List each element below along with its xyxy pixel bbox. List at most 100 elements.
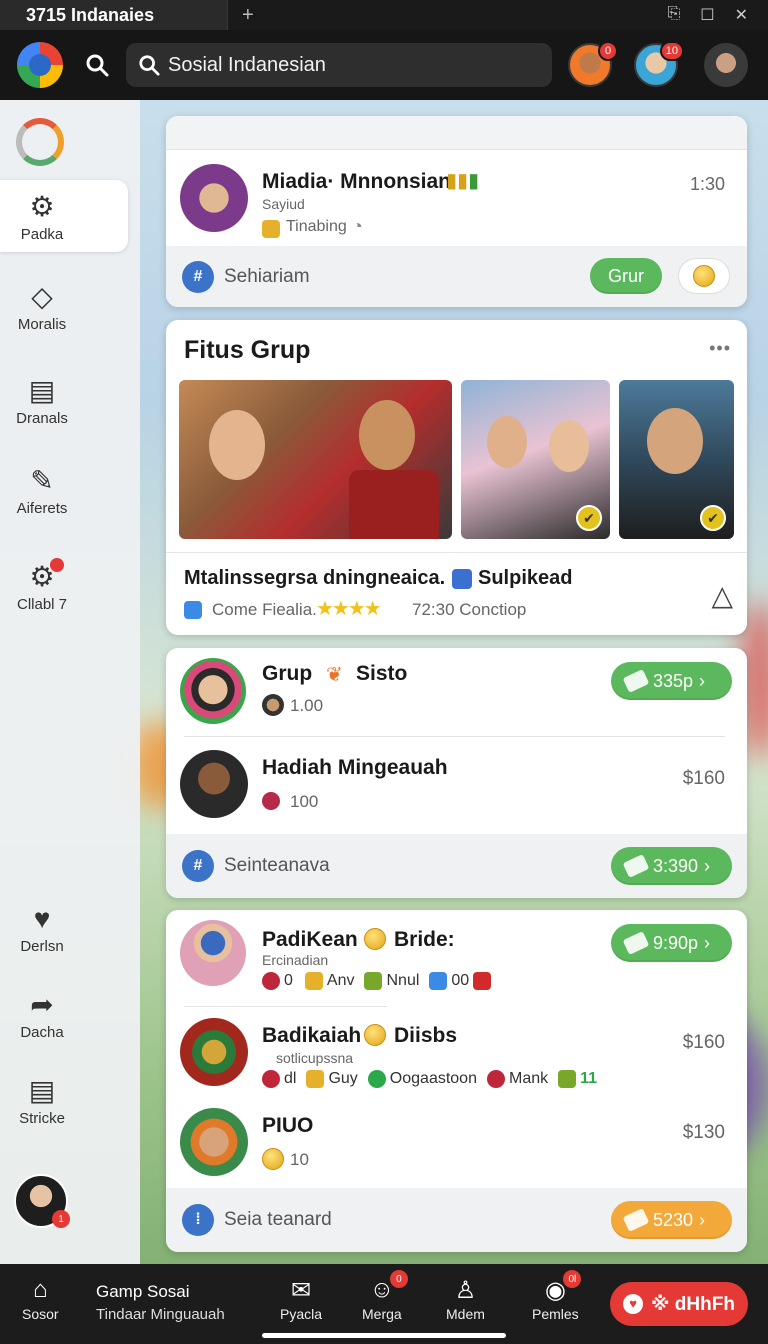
sidebar-item-label: Dranals bbox=[16, 409, 68, 427]
new-tab-button[interactable]: + bbox=[242, 4, 254, 27]
diamond-icon: ◇ bbox=[31, 281, 53, 312]
avatar bbox=[180, 658, 246, 724]
group-photo[interactable] bbox=[179, 380, 452, 539]
nav-item-merga[interactable]: ☺ 0 Merga bbox=[362, 1270, 408, 1322]
caption-meta-right: 72:30 Conctiop bbox=[412, 600, 527, 619]
berry-icon bbox=[262, 1070, 280, 1088]
reward-price: $130 bbox=[682, 1122, 725, 1143]
verified-icon: ✔ bbox=[576, 505, 602, 531]
nav-item-pyacla[interactable]: ✉ Pyacla bbox=[280, 1274, 322, 1323]
item-text: 11 bbox=[580, 1070, 598, 1087]
claim-button-label: 3:390 bbox=[653, 855, 699, 876]
sidebar-item-padka[interactable]: ⚙ Padka bbox=[0, 180, 128, 252]
nav-item-pemles[interactable]: ◉ 0l Pemles bbox=[532, 1270, 582, 1322]
claim-button[interactable]: 335p › bbox=[611, 662, 732, 700]
app-logo[interactable] bbox=[17, 42, 63, 88]
reward-price: $160 bbox=[682, 768, 725, 789]
coin-icon bbox=[364, 1024, 386, 1046]
nav-label: Mdem bbox=[446, 1306, 485, 1322]
smile-icon: ☺ 0 bbox=[366, 1270, 408, 1306]
browser-tab[interactable]: 3715 Indanaies bbox=[0, 0, 228, 30]
search-icon[interactable] bbox=[85, 53, 109, 77]
item-text: 0 bbox=[284, 972, 293, 989]
reward-row[interactable]: Grup ❦ Sisto 1.00 335p › bbox=[166, 648, 747, 736]
reward-row[interactable]: PIUO 10 $130 bbox=[166, 1102, 747, 1188]
cube-icon bbox=[184, 601, 202, 619]
coin-button[interactable] bbox=[678, 258, 730, 294]
primary-action-button[interactable]: ♥ ※ dHhFh bbox=[610, 1282, 748, 1326]
nav-group-info[interactable]: Gamp Sosai Tindaar Minguauah bbox=[96, 1282, 225, 1323]
avatar bbox=[180, 1108, 248, 1176]
share-triangle-icon[interactable]: △ bbox=[711, 579, 733, 612]
home-icon: ⌂ bbox=[33, 1276, 48, 1303]
notification-badge: 10 bbox=[659, 41, 684, 61]
coin-icon bbox=[262, 220, 280, 238]
chevron-right-icon: › bbox=[699, 670, 706, 691]
reward-row[interactable]: PadiKean Bride: Ercinadian 0 Anv Nnul 00… bbox=[166, 910, 747, 1008]
reward-subtitle: Ercinadian bbox=[262, 952, 329, 968]
more-options-icon[interactable]: ••• bbox=[709, 338, 731, 359]
footer-label: Seinteanava bbox=[224, 855, 330, 876]
profile-avatar[interactable] bbox=[704, 43, 748, 87]
claim-button[interactable]: 3:390 › bbox=[611, 847, 732, 885]
bell-icon: ♙ bbox=[454, 1276, 477, 1304]
sidebar-item-derlsn[interactable]: ♥ Derlsn bbox=[0, 892, 128, 964]
caption-tag: Sulpikead bbox=[478, 567, 573, 589]
nav-label: Pemles bbox=[532, 1306, 579, 1322]
nav-item-sosor[interactable]: ⌂ Sosor bbox=[22, 1274, 59, 1322]
sidebar-item-stricke[interactable]: ▤ Stricke bbox=[0, 1064, 128, 1136]
divider bbox=[184, 736, 725, 737]
item-text: Oogaastoon bbox=[389, 1070, 477, 1087]
gem-icon bbox=[262, 792, 280, 810]
reward-row[interactable]: Hadiah Mingeauah 100 $160 bbox=[166, 740, 747, 834]
join-button[interactable]: Grur bbox=[590, 258, 662, 294]
window-titlebar: 3715 Indanaies + ⎘ ☐ ✕ bbox=[0, 0, 768, 30]
badge-icon bbox=[367, 1070, 386, 1088]
chat-row[interactable]: Miadia· Mnnonsian ▮▮▮ Sayiud Tinabing ◔ … bbox=[166, 150, 747, 246]
gift-icon bbox=[558, 1070, 577, 1088]
sidebar-item-dranals[interactable]: ▤ Dranals bbox=[0, 364, 128, 436]
caption-area: Mtalinssegrsa dningneaica. Sulpikead Com… bbox=[166, 552, 747, 635]
close-icon[interactable]: ✕ bbox=[735, 5, 748, 25]
search-input[interactable]: Sosial Indanesian bbox=[126, 43, 552, 87]
card-footer: ⁞ Seia teanard 5230 › bbox=[166, 1188, 747, 1252]
header-avatar[interactable]: 0 bbox=[568, 41, 618, 87]
group-icon: ⁞ bbox=[182, 1204, 214, 1236]
document-icon: ▤ bbox=[28, 375, 56, 406]
contact-status: Sayiud bbox=[262, 196, 305, 212]
claim-button[interactable]: 5230 › bbox=[611, 1201, 732, 1239]
sidebar-item-cllabl[interactable]: ⚙ Cllabl 7 bbox=[0, 550, 128, 622]
item-text: dl bbox=[284, 1070, 297, 1087]
bottom-navigation: ⌂ Sosor Gamp Sosai Tindaar Minguauah ✉ P… bbox=[0, 1264, 768, 1344]
reward-card: Grup ❦ Sisto 1.00 335p › Hadiah Mingeauah… bbox=[166, 648, 747, 898]
post-caption: Mtalinssegrsa dningneaica. bbox=[184, 567, 446, 589]
tag-icon bbox=[452, 569, 472, 589]
sidebar-item-dacha[interactable]: ➦ Dacha bbox=[0, 978, 128, 1050]
reward-items: dl Guy Oogaastoon Mank 11 bbox=[262, 1070, 597, 1088]
minimize-icon[interactable]: ⎘ bbox=[667, 5, 680, 25]
chat-card: Miadia· Mnnonsian ▮▮▮ Sayiud Tinabing ◔ … bbox=[166, 116, 747, 307]
caption-meta-left: Come Fiealia. bbox=[212, 600, 317, 619]
nav-item-mdem[interactable]: ♙ Mdem bbox=[446, 1274, 485, 1323]
card-footer: # Sehiariam Grur bbox=[166, 246, 747, 307]
mini-avatar bbox=[262, 694, 284, 716]
user-avatar[interactable]: 1 bbox=[14, 1174, 70, 1228]
dice-icon bbox=[473, 972, 492, 990]
reward-name: PIUO bbox=[262, 1114, 314, 1137]
maximize-icon[interactable]: ☐ bbox=[700, 5, 714, 25]
sidebar-item-aiferets[interactable]: ✎ Aiferets bbox=[0, 454, 128, 526]
gift-icon bbox=[364, 972, 383, 990]
flame-icon: ❦ bbox=[326, 664, 343, 686]
avatar bbox=[180, 164, 248, 232]
reward-row[interactable]: Badikaiah Diisbs sotlicupssna dl Guy Oog… bbox=[166, 1008, 747, 1102]
claim-button[interactable]: 9:90p › bbox=[611, 924, 732, 962]
sidebar-item-moralis[interactable]: ◇ Moralis bbox=[0, 270, 128, 342]
group-photo[interactable]: ✔ bbox=[619, 380, 734, 539]
sidebar-logo[interactable] bbox=[16, 118, 64, 166]
nav-label: Sosor bbox=[22, 1306, 59, 1322]
cookie-icon bbox=[262, 1148, 284, 1170]
reward-list-card: PadiKean Bride: Ercinadian 0 Anv Nnul 00… bbox=[166, 910, 747, 1252]
group-photo[interactable]: ✔ bbox=[461, 380, 610, 539]
header-avatar[interactable]: 10 bbox=[634, 41, 684, 87]
person-face bbox=[647, 408, 703, 474]
